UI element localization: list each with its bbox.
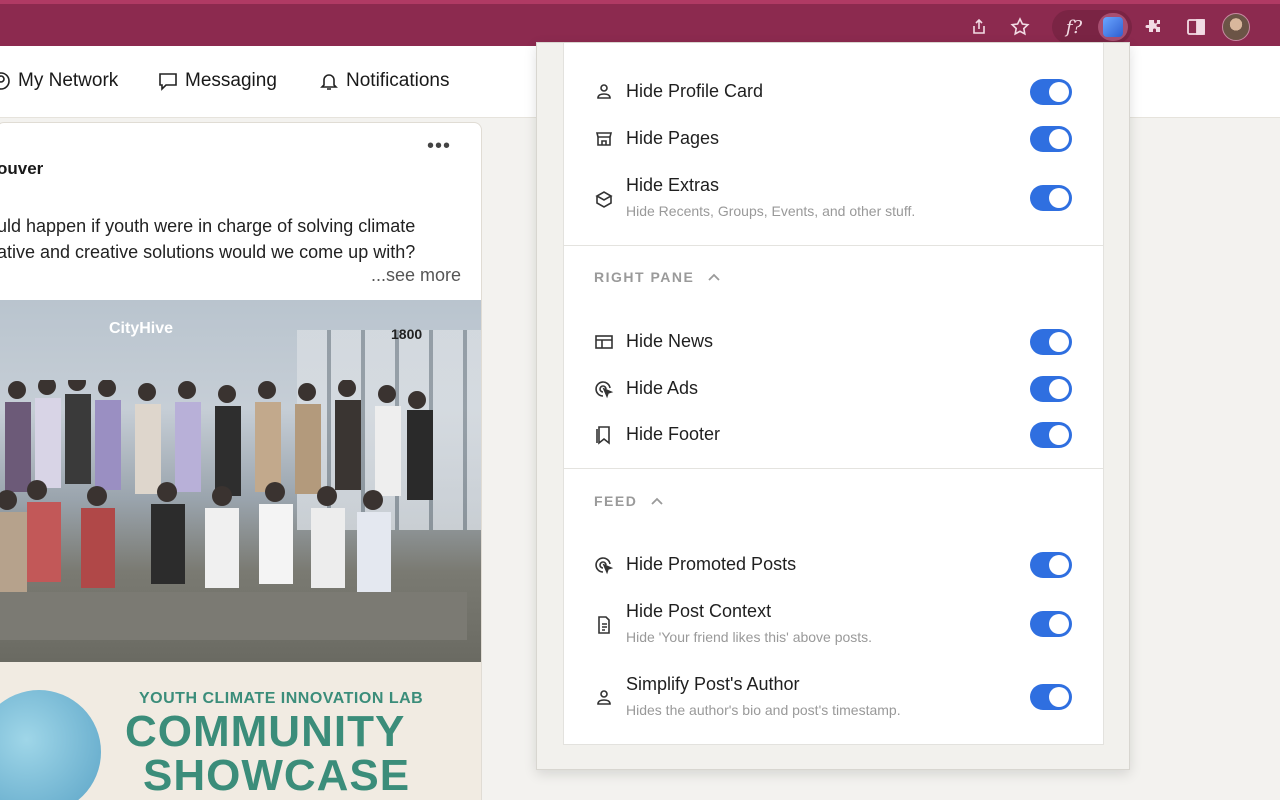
ad-target-icon bbox=[595, 557, 614, 575]
setting-description: Hide Recents, Groups, Events, and other … bbox=[626, 203, 916, 219]
banner-title-line2: SHOWCASE bbox=[143, 751, 411, 800]
setting-hide-ads: Hide Ads bbox=[594, 376, 1074, 402]
setting-description: Hide 'Your friend likes this' above post… bbox=[626, 629, 873, 645]
building-address-number: 1800 bbox=[391, 326, 423, 342]
messaging-icon bbox=[159, 73, 177, 91]
chevron-up-icon bbox=[651, 497, 663, 505]
setting-label: Hide Footer bbox=[626, 424, 721, 444]
person-icon bbox=[597, 690, 611, 705]
showcase-banner: YOUTH CLIMATE INNOVATION LAB COMMUNITY S… bbox=[0, 662, 481, 800]
chevron-up-icon bbox=[708, 273, 720, 281]
toggle-switch[interactable] bbox=[1030, 684, 1072, 710]
banner-subtitle: YOUTH CLIMATE INNOVATION LAB bbox=[139, 690, 424, 707]
nav-my-network-label: My Network bbox=[18, 70, 119, 91]
toggle-switch[interactable] bbox=[1030, 376, 1072, 402]
section-divider bbox=[564, 468, 1103, 469]
active-extension-icon[interactable] bbox=[1098, 13, 1128, 41]
setting-hide-news: Hide News bbox=[594, 329, 1074, 355]
setting-label: Hide Profile Card bbox=[626, 81, 764, 101]
toggle-switch[interactable] bbox=[1030, 611, 1072, 637]
setting-simplify-post-author: Simplify Post's Author Hides the author'… bbox=[594, 672, 1074, 722]
toggle-switch[interactable] bbox=[1030, 79, 1072, 105]
post-text-line: uld happen if youth were in charge of so… bbox=[0, 216, 416, 236]
nav-notifications-label: Notifications bbox=[346, 70, 450, 91]
newspaper-icon bbox=[595, 335, 613, 349]
setting-label: Hide Pages bbox=[626, 128, 720, 148]
formula-extension-icon[interactable]: f? bbox=[1060, 13, 1088, 41]
setting-hide-extras: Hide Extras Hide Recents, Groups, Events… bbox=[594, 173, 1074, 223]
network-icon bbox=[0, 72, 10, 90]
see-more-link[interactable]: ...see more bbox=[371, 265, 461, 286]
bookmark-star-icon[interactable] bbox=[1006, 13, 1034, 41]
setting-hide-pages: Hide Pages bbox=[594, 126, 1074, 152]
setting-label: Hide Promoted Posts bbox=[626, 554, 797, 574]
section-divider bbox=[564, 245, 1103, 246]
section-title: FEED bbox=[594, 493, 638, 509]
nav-notifications[interactable]: Notifications bbox=[318, 70, 450, 92]
side-panel-icon[interactable] bbox=[1182, 13, 1210, 41]
setting-label: Hide News bbox=[626, 331, 714, 351]
setting-label: Hide Post Context bbox=[626, 601, 772, 621]
setting-hide-promoted-posts: Hide Promoted Posts bbox=[594, 552, 1074, 578]
setting-description: Hides the author's bio and post's timest… bbox=[626, 702, 901, 718]
post-text: uld happen if youth were in charge of so… bbox=[0, 213, 467, 265]
setting-label: Simplify Post's Author bbox=[626, 674, 800, 694]
extension-popup: Hide Profile Card Hide Pages Hide Extras… bbox=[536, 42, 1130, 770]
group-photo-people bbox=[0, 380, 467, 640]
toggle-switch[interactable] bbox=[1030, 422, 1072, 448]
settings-panel: Hide Profile Card Hide Pages Hide Extras… bbox=[563, 43, 1104, 745]
setting-label: Hide Ads bbox=[626, 378, 699, 398]
profile-avatar[interactable] bbox=[1222, 13, 1250, 41]
toggle-switch[interactable] bbox=[1030, 552, 1072, 578]
toggle-switch[interactable] bbox=[1030, 329, 1072, 355]
post-more-menu[interactable]: ••• bbox=[427, 135, 451, 158]
nav-messaging[interactable]: Messaging bbox=[157, 70, 277, 92]
nav-my-network[interactable]: My Network bbox=[0, 70, 118, 92]
setting-hide-post-context: Hide Post Context Hide 'Your friend like… bbox=[594, 599, 1074, 649]
section-header-right-pane[interactable]: RIGHT PANE bbox=[594, 269, 722, 285]
puzzle-icon[interactable] bbox=[1140, 13, 1168, 41]
section-header-feed[interactable]: FEED bbox=[594, 493, 665, 509]
bell-icon bbox=[320, 74, 338, 90]
setting-hide-footer: Hide Footer bbox=[594, 422, 1074, 448]
post-text-line: ative and creative solutions would we co… bbox=[0, 242, 416, 262]
nav-messaging-label: Messaging bbox=[185, 70, 277, 91]
browser-toolbar: f? bbox=[0, 0, 1280, 46]
banner-title-line1: COMMUNITY bbox=[125, 707, 406, 756]
post-author-name[interactable]: ouver bbox=[0, 159, 43, 179]
share-icon[interactable] bbox=[965, 13, 993, 41]
document-icon bbox=[598, 616, 610, 634]
banner-illustration bbox=[0, 690, 101, 800]
store-icon bbox=[595, 132, 613, 146]
bookmark-icon bbox=[596, 426, 610, 445]
box-icon bbox=[595, 191, 613, 208]
ad-target-icon bbox=[595, 381, 614, 399]
setting-hide-profile-card: Hide Profile Card bbox=[594, 79, 1074, 105]
post-photo[interactable]: CityHive 1800 bbox=[0, 300, 481, 662]
setting-label: Hide Extras bbox=[626, 175, 720, 195]
toggle-switch[interactable] bbox=[1030, 126, 1072, 152]
feed-post: ••• ouver uld happen if youth were in ch… bbox=[0, 122, 482, 800]
cityhive-logo-text: CityHive bbox=[109, 320, 174, 337]
section-title: RIGHT PANE bbox=[594, 269, 695, 285]
person-icon bbox=[597, 84, 611, 99]
toggle-switch[interactable] bbox=[1030, 185, 1072, 211]
